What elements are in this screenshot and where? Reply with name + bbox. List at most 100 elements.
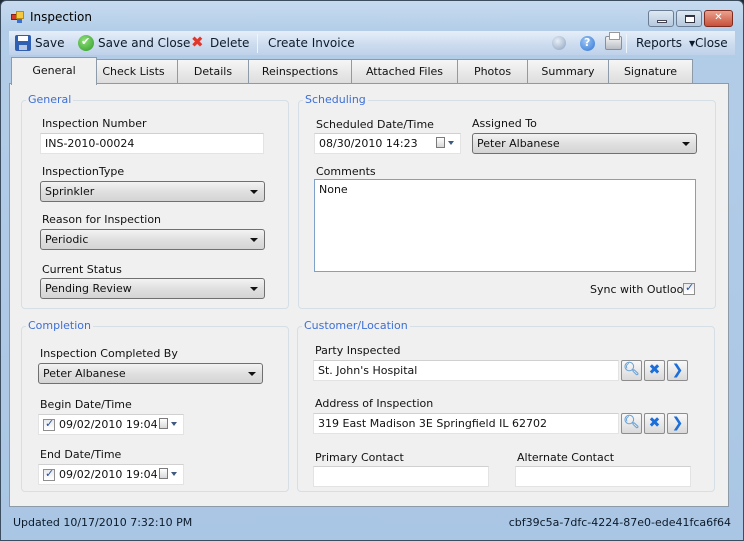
delete-label: Delete — [210, 36, 250, 50]
tab-check-lists[interactable]: Check Lists — [89, 59, 178, 84]
save-and-close-button[interactable]: Save and Close — [78, 34, 190, 52]
create-invoice-button[interactable]: Create Invoice — [268, 34, 355, 52]
scheduling-group: Scheduling Scheduled Date/Time 08/30/201… — [298, 93, 716, 309]
address-search-button[interactable]: 🔍︎ — [621, 413, 642, 434]
chevron-down-icon — [248, 372, 256, 376]
help-icon — [580, 35, 595, 51]
chevron-down-icon — [250, 287, 258, 291]
minimize-icon — [657, 20, 667, 23]
current-status-label: Current Status — [42, 263, 122, 276]
begin-datetime-value: 09/02/2010 19:04 — [59, 418, 158, 431]
close-window-button[interactable]: ✕ — [704, 10, 733, 27]
completion-group-title: Completion — [26, 319, 94, 332]
sync-outlook-checkbox[interactable] — [683, 281, 695, 295]
inspection-number-label: Inspection Number — [42, 117, 147, 130]
end-datetime-checkbox[interactable] — [43, 467, 55, 481]
inspection-number-input[interactable]: INS-2010-00024 — [40, 133, 264, 154]
delete-button[interactable]: Delete — [190, 33, 250, 52]
scheduled-datetime-label: Scheduled Date/Time — [316, 118, 434, 131]
tab-signature[interactable]: Signature — [608, 59, 693, 84]
end-datetime-label: End Date/Time — [40, 448, 122, 461]
tab-strip: General Check Lists Details Reinspection… — [9, 57, 735, 85]
end-datetime-value: 09/02/2010 19:04 — [59, 468, 158, 481]
end-datetime-picker[interactable]: 09/02/2010 19:04 — [38, 464, 184, 485]
chevron-right-icon: ❯ — [671, 415, 684, 431]
maximize-icon — [685, 15, 695, 23]
address-input[interactable]: 319 East Madison 3E Springfield IL 62702 — [313, 413, 619, 434]
tab-general[interactable]: General — [11, 57, 97, 85]
print-icon — [605, 32, 622, 50]
print-button[interactable] — [605, 32, 622, 52]
tab-details[interactable]: Details — [177, 59, 249, 84]
alternate-contact-input[interactable] — [515, 466, 691, 487]
clear-icon: ✖ — [648, 415, 661, 431]
current-status-select[interactable]: Pending Review — [40, 278, 265, 299]
completed-by-label: Inspection Completed By — [40, 347, 178, 360]
inspection-type-value: Sprinkler — [45, 185, 95, 198]
chevron-down-icon — [250, 238, 258, 242]
comments-textarea[interactable]: None — [314, 179, 696, 272]
comments-label: Comments — [316, 165, 376, 178]
inspection-type-select[interactable]: Sprinkler — [40, 181, 265, 202]
toolbar: Save Save and Close Delete Create Invoic… — [9, 31, 735, 55]
assigned-to-value: Peter Albanese — [477, 137, 560, 150]
party-inspected-input[interactable]: St. John's Hospital — [313, 360, 619, 381]
primary-contact-input[interactable] — [313, 466, 489, 487]
calendar-dropdown-icon[interactable] — [436, 137, 454, 150]
close-icon: ✕ — [714, 12, 723, 23]
calendar-dropdown-icon[interactable] — [159, 418, 177, 431]
maximize-button[interactable] — [676, 10, 702, 27]
reason-select[interactable]: Periodic — [40, 229, 265, 250]
reason-value: Periodic — [45, 233, 89, 246]
completed-by-select[interactable]: Peter Albanese — [38, 363, 263, 384]
reports-dropdown-button[interactable]: Reports ▼ — [636, 34, 695, 52]
help-button[interactable] — [580, 34, 595, 52]
chevron-down-icon — [250, 190, 258, 194]
completed-by-value: Peter Albanese — [43, 367, 126, 380]
primary-contact-label: Primary Contact — [315, 451, 404, 464]
party-search-button[interactable]: 🔍︎ — [621, 360, 642, 381]
save-label: Save — [35, 36, 65, 50]
tab-photos[interactable]: Photos — [457, 59, 528, 84]
general-group-title: General — [26, 93, 74, 106]
sync-outlook-label: Sync with Outlook — [590, 283, 690, 296]
toolbar-separator — [257, 34, 258, 53]
party-open-button[interactable]: ❯ — [667, 360, 688, 381]
search-icon: 🔍︎ — [623, 362, 640, 377]
wizard-icon — [552, 36, 566, 50]
inspection-window: Inspection ✕ Save Save and Close Delete … — [0, 0, 744, 541]
scheduled-datetime-picker[interactable]: 08/30/2010 14:23 — [314, 133, 461, 154]
window-title: Inspection — [30, 10, 92, 24]
scheduled-datetime-value: 08/30/2010 14:23 — [319, 137, 418, 150]
reason-label: Reason for Inspection — [42, 213, 162, 226]
party-clear-button[interactable]: ✖ — [644, 360, 665, 381]
calendar-dropdown-icon[interactable] — [159, 468, 177, 481]
close-button[interactable]: Close — [695, 34, 728, 52]
check-icon — [78, 35, 94, 51]
tab-attached-files[interactable]: Attached Files — [351, 59, 458, 84]
minimize-button[interactable] — [648, 10, 674, 27]
reports-label: Reports — [636, 36, 683, 50]
tab-summary[interactable]: Summary — [527, 59, 609, 84]
begin-datetime-checkbox[interactable] — [43, 417, 55, 431]
tab-reinspections[interactable]: Reinspections — [248, 59, 352, 84]
general-tab-panel: General Inspection Number INS-2010-00024… — [9, 83, 729, 507]
inspection-type-label: InspectionType — [42, 165, 125, 178]
customer-location-group-title: Customer/Location — [302, 319, 410, 332]
toolbar-separator — [626, 34, 627, 53]
customer-location-group: Customer/Location Party Inspected St. Jo… — [297, 319, 715, 492]
address-open-button[interactable]: ❯ — [667, 413, 688, 434]
updated-timestamp: Updated 10/17/2010 7:32:10 PM — [13, 516, 193, 529]
begin-datetime-picker[interactable]: 09/02/2010 19:04 — [38, 414, 184, 435]
wizard-button[interactable] — [552, 34, 566, 52]
title-bar[interactable]: Inspection ✕ — [1, 1, 743, 31]
clear-icon: ✖ — [648, 362, 661, 378]
address-clear-button[interactable]: ✖ — [644, 413, 665, 434]
search-icon: 🔍︎ — [623, 415, 640, 430]
scheduling-group-title: Scheduling — [303, 93, 368, 106]
save-icon — [15, 35, 31, 51]
delete-icon — [190, 33, 206, 51]
assigned-to-select[interactable]: Peter Albanese — [472, 133, 697, 154]
alternate-contact-label: Alternate Contact — [517, 451, 615, 464]
save-button[interactable]: Save — [15, 34, 64, 52]
